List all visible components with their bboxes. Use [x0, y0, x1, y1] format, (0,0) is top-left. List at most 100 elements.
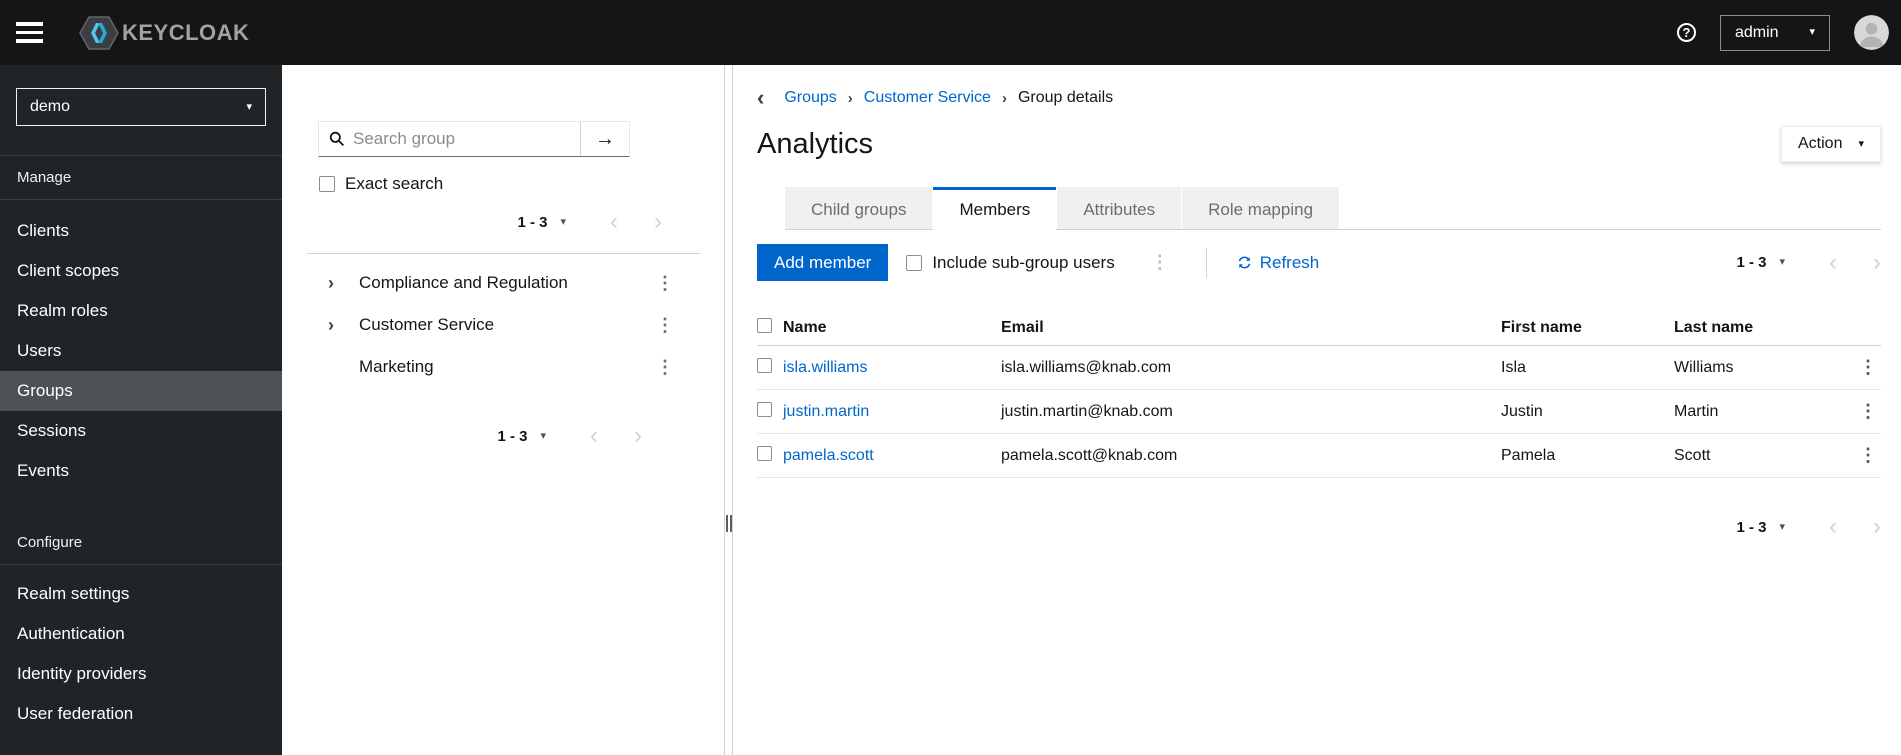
avatar[interactable]: [1854, 15, 1889, 50]
divider: [307, 253, 700, 254]
kebab-menu-icon[interactable]: ⋮: [1855, 357, 1881, 377]
kebab-menu-icon[interactable]: ⋮: [652, 357, 678, 378]
sidebar-item-realm-roles[interactable]: Realm roles: [0, 291, 282, 331]
include-subgroups-checkbox[interactable]: [906, 254, 923, 271]
action-label: Action: [1798, 135, 1843, 152]
next-page-icon[interactable]: ›: [1873, 515, 1881, 539]
sidebar-item-sessions[interactable]: Sessions: [0, 411, 282, 451]
next-page-icon[interactable]: ›: [634, 424, 642, 448]
resizer-grip-icon[interactable]: [726, 515, 732, 532]
tab-attributes[interactable]: Attributes: [1057, 187, 1182, 229]
exact-search: Exact search: [319, 174, 700, 194]
member-first-name: Isla: [1501, 358, 1526, 376]
caret-down-icon[interactable]: ▾: [1779, 257, 1785, 268]
pagination-range[interactable]: 1 - 3: [1736, 519, 1766, 536]
refresh-icon: [1237, 255, 1252, 270]
caret-down-icon: ▾: [1858, 137, 1864, 150]
refresh-label: Refresh: [1259, 252, 1320, 272]
tab-role-mapping[interactable]: Role mapping: [1182, 187, 1340, 229]
masthead: KEYCLOAK ? admin ▾: [0, 0, 1901, 65]
action-dropdown-button[interactable]: Action ▾: [1781, 126, 1881, 162]
panel-resizer[interactable]: [724, 65, 733, 755]
caret-down-icon[interactable]: ▾: [560, 216, 566, 228]
pagination-range[interactable]: 1 - 3: [517, 214, 547, 231]
breadcrumb-customer-service-link[interactable]: Customer Service: [864, 89, 991, 107]
pagination-range[interactable]: 1 - 3: [1736, 254, 1766, 271]
member-first-name: Justin: [1501, 402, 1543, 420]
keycloak-logo[interactable]: KEYCLOAK: [79, 15, 250, 50]
table-header-row: Name Email First name Last name: [757, 310, 1881, 346]
realm-select[interactable]: demo ▾: [16, 88, 266, 126]
group-link[interactable]: Marketing: [359, 357, 434, 377]
refresh-button[interactable]: Refresh: [1237, 252, 1320, 273]
previous-page-icon[interactable]: ‹: [1829, 250, 1837, 275]
member-username-link[interactable]: justin.martin: [783, 403, 1001, 421]
sidebar-item-client-scopes[interactable]: Client scopes: [0, 251, 282, 291]
sidebar-item-realm-settings[interactable]: Realm settings: [0, 574, 282, 614]
kebab-menu-icon[interactable]: ⋮: [1855, 445, 1881, 465]
table-row: pamela.scott pamela.scott@knab.com Pamel…: [757, 434, 1881, 478]
tab-members[interactable]: Members: [933, 187, 1057, 230]
kebab-menu-icon[interactable]: ⋮: [652, 273, 678, 294]
sidebar-item-identity-providers[interactable]: Identity providers: [0, 654, 282, 694]
previous-page-icon[interactable]: ‹: [1829, 515, 1837, 539]
include-subgroups: Include sub-group users: [906, 252, 1115, 273]
table-row: isla.williams isla.williams@knab.com Isl…: [757, 346, 1881, 390]
include-subgroups-label: Include sub-group users: [932, 252, 1115, 272]
next-page-icon[interactable]: ›: [654, 210, 662, 234]
brand-text: KEYCLOAK: [122, 19, 250, 45]
tree-pagination-top: 1 - 3 ▾ ‹ ›: [306, 210, 700, 234]
breadcrumb: ‹ Groups › Customer Service › Group deta…: [757, 87, 1881, 109]
help-icon[interactable]: ?: [1677, 23, 1696, 42]
divider: [1205, 247, 1207, 278]
sidebar-item-clients[interactable]: Clients: [0, 211, 282, 251]
breadcrumb-groups-link[interactable]: Groups: [784, 89, 836, 107]
search-submit-button[interactable]: →: [580, 122, 629, 156]
next-page-icon[interactable]: ›: [1873, 250, 1881, 275]
group-tree-panel: → Exact search 1 - 3 ▾ ‹ › › Compliance …: [282, 65, 724, 755]
member-last-name: Williams: [1674, 358, 1734, 376]
chevron-right-icon[interactable]: ›: [328, 315, 359, 336]
caret-down-icon: ▾: [1809, 26, 1815, 38]
back-icon[interactable]: ‹: [757, 87, 764, 109]
search-group-input[interactable]: [353, 129, 580, 149]
username: admin: [1735, 23, 1779, 41]
kebab-menu-icon[interactable]: ⋮: [1147, 252, 1173, 273]
chevron-right-icon[interactable]: ›: [328, 273, 359, 294]
member-email: justin.martin@knab.com: [1001, 402, 1173, 420]
sidebar-item-events[interactable]: Events: [0, 451, 282, 491]
hamburger-menu-icon[interactable]: [16, 22, 43, 43]
group-link[interactable]: Customer Service: [359, 315, 494, 335]
member-last-name: Scott: [1674, 446, 1711, 464]
group-search: →: [318, 121, 630, 157]
member-username-link[interactable]: isla.williams: [783, 359, 1001, 377]
column-header-email: Email: [1001, 318, 1044, 336]
previous-page-icon[interactable]: ‹: [590, 424, 598, 448]
kebab-menu-icon[interactable]: ⋮: [1855, 401, 1881, 421]
sidebar-item-authentication[interactable]: Authentication: [0, 614, 282, 654]
member-username-link[interactable]: pamela.scott: [783, 447, 1001, 465]
sidebar-item-groups[interactable]: Groups: [0, 371, 282, 411]
row-checkbox[interactable]: [757, 445, 772, 461]
pagination-range[interactable]: 1 - 3: [497, 428, 527, 445]
member-email: pamela.scott@knab.com: [1001, 446, 1178, 464]
user-dropdown[interactable]: admin ▾: [1720, 14, 1830, 51]
tab-child-groups[interactable]: Child groups: [785, 187, 933, 229]
member-last-name: Martin: [1674, 402, 1719, 420]
breadcrumb-separator-icon: ›: [847, 89, 853, 107]
row-checkbox[interactable]: [757, 357, 772, 373]
group-link[interactable]: Compliance and Regulation: [359, 273, 568, 293]
row-checkbox[interactable]: [757, 401, 772, 417]
caret-down-icon[interactable]: ▾: [1779, 521, 1785, 533]
select-all-checkbox[interactable]: [757, 317, 772, 333]
previous-page-icon[interactable]: ‹: [610, 210, 618, 234]
caret-down-icon[interactable]: ▾: [540, 430, 546, 442]
sidebar-item-users[interactable]: Users: [0, 331, 282, 371]
members-toolbar: Add member Include sub-group users ⋮ Ref…: [757, 244, 1881, 281]
add-member-button[interactable]: Add member: [757, 244, 889, 281]
exact-search-checkbox[interactable]: [319, 176, 335, 192]
group-tree-item: › Customer Service ⋮: [306, 304, 700, 346]
sidebar-item-user-federation[interactable]: User federation: [0, 694, 282, 734]
members-pagination-bottom: 1 - 3 ▾ ‹ ›: [757, 515, 1881, 539]
kebab-menu-icon[interactable]: ⋮: [652, 315, 678, 336]
